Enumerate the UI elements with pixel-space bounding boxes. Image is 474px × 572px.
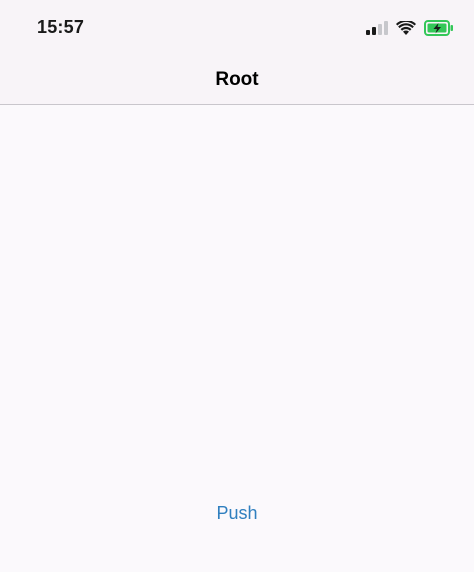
wifi-icon	[396, 20, 416, 36]
battery-charging-icon	[424, 20, 454, 36]
nav-title: Root	[215, 69, 259, 90]
status-time: 15:57	[37, 17, 85, 37]
status-icons	[366, 18, 454, 38]
app-screen: 15:57 Root Push	[0, 0, 474, 572]
push-button[interactable]: Push	[187, 498, 287, 528]
navigation-header: 15:57 Root	[0, 0, 474, 105]
cellular-signal-icon	[366, 21, 388, 35]
